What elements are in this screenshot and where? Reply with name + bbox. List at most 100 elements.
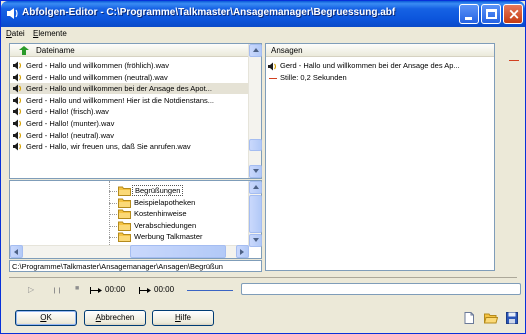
file-list-item[interactable]: Gerd - Hallo und willkommen! Hier ist di… bbox=[10, 95, 249, 106]
arrow-up-icon bbox=[253, 48, 259, 52]
file-list-item[interactable]: Gerd - Hallo und willkommen (fröhlich).w… bbox=[10, 60, 249, 71]
scroll-left-button[interactable] bbox=[10, 245, 23, 258]
file-list-item[interactable]: Gerd - Hallo und willkommen bei der Ansa… bbox=[10, 83, 249, 95]
file-list-scrollbar[interactable] bbox=[248, 44, 262, 178]
folder-name: Werbung Talkmaster bbox=[134, 232, 203, 241]
sequence-item-label: Stille: 0,2 Sekunden bbox=[280, 73, 347, 82]
folder-tree-panel: Begrüßungen Beispielapotheken Kostenhinwei… bbox=[9, 180, 262, 259]
close-icon: × bbox=[507, 5, 521, 23]
folder-icon bbox=[118, 232, 131, 242]
folder-name: Verabschiedungen bbox=[134, 220, 197, 230]
scroll-down-button[interactable] bbox=[249, 165, 262, 178]
file-list-item[interactable]: Gerd - Hallo! (munter).wav bbox=[10, 118, 249, 129]
scroll-thumb[interactable] bbox=[249, 139, 262, 151]
abfolgen-editor-window: Abfolgen-Editor - C:\Programme\Talkmaste… bbox=[0, 0, 526, 334]
cancel-button[interactable]: Abbrechen bbox=[84, 310, 146, 326]
tree-vertical-scrollbar[interactable] bbox=[248, 181, 262, 247]
volume-slider[interactable] bbox=[187, 290, 233, 291]
speaker-icon bbox=[13, 96, 23, 105]
playback-progress-bar[interactable] bbox=[241, 283, 521, 295]
minimize-icon bbox=[465, 17, 472, 20]
cancel-label: bbrechen bbox=[100, 313, 135, 322]
tree-connector bbox=[109, 225, 117, 227]
arrow-right-icon bbox=[240, 249, 244, 255]
menu-elemente[interactable]: Elemente bbox=[33, 29, 67, 38]
window-title: Abfolgen-Editor - C:\Programme\Talkmaste… bbox=[22, 7, 396, 18]
open-folder-icon[interactable] bbox=[484, 312, 498, 324]
tree-hscroll-thumb[interactable] bbox=[130, 245, 226, 258]
file-list-item[interactable]: Gerd - Hallo! (neutral).wav bbox=[10, 130, 249, 141]
sequence-item-label: Gerd - Hallo und willkommen bei der Ansa… bbox=[280, 61, 460, 70]
arrow-down-icon bbox=[253, 238, 259, 242]
new-document-icon[interactable] bbox=[463, 312, 475, 324]
position-marker-icon bbox=[90, 287, 102, 294]
help-button[interactable]: Hilfe bbox=[152, 310, 214, 326]
menu-datei[interactable]: Datei bbox=[6, 29, 25, 38]
scroll-right-button[interactable] bbox=[236, 245, 249, 258]
ansagen-header-label: Ansagen bbox=[271, 46, 303, 55]
filename-header-label: Dateiname bbox=[36, 46, 75, 55]
stop-button[interactable]: ■ bbox=[75, 285, 79, 292]
minimize-button[interactable] bbox=[459, 4, 479, 24]
length-time: 00:00 bbox=[154, 285, 175, 294]
folder-icon bbox=[118, 186, 131, 196]
tree-scroll-thumb[interactable] bbox=[249, 195, 262, 233]
file-name: Gerd - Hallo und willkommen (fröhlich).w… bbox=[26, 61, 169, 70]
file-list-panel: Dateiname Gerd - Hallo und willkommen (f… bbox=[9, 43, 262, 179]
position-time: 00:00 bbox=[105, 285, 126, 294]
maximize-icon bbox=[486, 9, 497, 19]
speaker-icon bbox=[13, 107, 23, 116]
speaker-icon bbox=[13, 73, 23, 82]
speaker-icon bbox=[13, 119, 23, 128]
file-list-item[interactable]: Gerd - Hallo! (frisch).wav bbox=[10, 106, 249, 117]
scroll-up-button[interactable] bbox=[249, 44, 262, 57]
pause-button[interactable]: ❙❙ bbox=[52, 287, 62, 294]
sequence-panel: Ansagen Gerd - Hallo und willkommen bei … bbox=[265, 43, 495, 271]
filename-column-header[interactable]: Dateiname bbox=[10, 44, 249, 57]
tree-scroll-down-button[interactable] bbox=[249, 234, 262, 247]
arrow-down-icon bbox=[253, 169, 259, 173]
title-bar[interactable]: Abfolgen-Editor - C:\Programme\Talkmaste… bbox=[1, 1, 525, 27]
speaker-icon bbox=[268, 62, 277, 71]
arrow-up-icon bbox=[253, 185, 259, 189]
menu-bar: Datei Elemente bbox=[1, 27, 525, 41]
ok-button[interactable]: OK bbox=[15, 310, 77, 326]
tree-connector bbox=[109, 237, 117, 238]
help-label: ilfe bbox=[180, 313, 191, 322]
transport-bar: ▷ ❙❙ ■ 00:00 00:00 bbox=[1, 282, 525, 298]
play-button[interactable]: ▷ bbox=[28, 285, 34, 294]
tree-scroll-up-button[interactable] bbox=[249, 181, 262, 194]
tree-horizontal-scrollbar[interactable] bbox=[10, 245, 249, 258]
file-name: Gerd - Hallo! (frisch).wav bbox=[26, 107, 109, 117]
path-text: C:\Programme\Talkmaster\Ansagemanager\An… bbox=[12, 262, 223, 271]
close-button[interactable]: × bbox=[503, 4, 523, 24]
green-arrow-icon bbox=[19, 46, 29, 55]
silence-dash-icon bbox=[509, 60, 519, 61]
tree-connector bbox=[109, 214, 117, 215]
tree-connector bbox=[109, 191, 117, 192]
save-disk-icon[interactable] bbox=[506, 312, 518, 324]
arrow-left-icon bbox=[14, 249, 18, 255]
speaker-icon bbox=[13, 142, 23, 151]
file-name: Gerd - Hallo! (munter).wav bbox=[26, 119, 115, 128]
folder-name: Kostenhinweise bbox=[134, 209, 187, 218]
folder-name: Begrüßungen bbox=[132, 185, 184, 196]
folder-icon bbox=[118, 221, 131, 231]
speaker-icon bbox=[13, 131, 23, 140]
speaker-icon bbox=[13, 84, 23, 93]
silence-dash-icon bbox=[269, 78, 277, 79]
file-name: Gerd - Hallo und willkommen (neutral).wa… bbox=[26, 72, 168, 82]
ansagen-column-header[interactable]: Ansagen bbox=[266, 44, 494, 57]
folder-icon bbox=[118, 198, 131, 208]
maximize-button[interactable] bbox=[481, 4, 501, 24]
speaker-icon bbox=[13, 61, 23, 70]
path-field[interactable]: C:\Programme\Talkmaster\Ansagemanager\An… bbox=[9, 260, 262, 272]
file-name: Gerd - Hallo! (neutral).wav bbox=[26, 130, 114, 140]
file-list-item[interactable]: Gerd - Hallo und willkommen (neutral).wa… bbox=[10, 72, 249, 83]
file-name: Gerd - Hallo, wir freuen uns, daß Sie an… bbox=[26, 142, 191, 152]
folder-icon bbox=[118, 209, 131, 219]
file-name: Gerd - Hallo und willkommen! Hier ist di… bbox=[26, 95, 214, 105]
tree-connector bbox=[109, 202, 117, 204]
ok-label: K bbox=[46, 313, 52, 322]
file-list-item[interactable]: Gerd - Hallo, wir freuen uns, daß Sie an… bbox=[10, 141, 249, 152]
